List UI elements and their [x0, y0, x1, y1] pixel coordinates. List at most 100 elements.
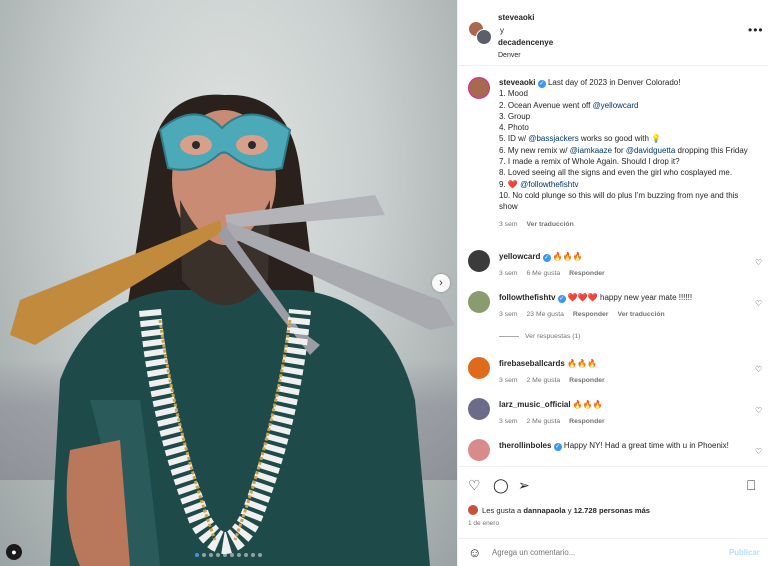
reply-button[interactable]: Responder — [573, 311, 609, 318]
heart-icon[interactable]: ♡ — [468, 477, 481, 494]
comments-scroll-area[interactable]: steveaoki ✓ Last day of 2023 in Denver C… — [458, 67, 768, 465]
share-icon[interactable]: ➢ — [518, 477, 530, 494]
author-conjunction: y — [500, 25, 504, 35]
comment-time: 3 sem — [499, 377, 518, 385]
avatar[interactable] — [468, 250, 490, 272]
carousel-dot — [195, 553, 199, 557]
verified-badge-icon: ✓ — [537, 80, 546, 88]
comment-username[interactable]: yellowcard — [499, 252, 540, 261]
caption-line: 5. ID w/ — [499, 134, 529, 144]
view-replies-button[interactable]: Ver respuestas (1) — [499, 333, 581, 340]
verified-badge-icon: ✓ — [542, 254, 551, 262]
comment-body: larz_music_official 🔥🔥🔥 3 sem 2 Me gusta R… — [499, 399, 754, 428]
carousel-dot — [230, 553, 234, 557]
comment-username[interactable]: firebaseballcards — [499, 359, 565, 368]
comment-time: 3 sem — [499, 311, 518, 319]
caption-line: 8. Loved seeing all the signs and even t… — [499, 168, 733, 178]
comment-icon[interactable]: ◯ — [493, 477, 509, 494]
likes-summary[interactable]: Les gusta a dannapaola y 12.728 personas… — [468, 505, 650, 515]
comment-likes[interactable]: 2 Me gusta — [527, 377, 561, 384]
caption-time: 3 sem — [499, 220, 518, 228]
verified-badge-icon: ✓ — [557, 295, 566, 303]
caption-line: for — [612, 145, 626, 155]
verified-badge-icon: ✓ — [553, 443, 562, 451]
likes-suffix: y — [565, 506, 574, 515]
post-authors: steveaoki y decadencenye Denver — [498, 12, 553, 62]
mention-link[interactable]: @iamkaaze — [570, 146, 612, 155]
comment-likes[interactable]: 2 Me gusta — [527, 418, 561, 425]
comment-like-icon[interactable]: ♡ — [755, 447, 762, 456]
post-header: steveaoki y decadencenye Denver ••• — [458, 0, 768, 66]
mention-link[interactable]: @followthefishtv — [520, 180, 578, 189]
comment-composer: ☺ Publicar — [458, 538, 768, 566]
post-date: 1 de enero — [468, 520, 500, 527]
comment-body: therollinboles ✓ Happy NY! Had a great t… — [499, 440, 754, 451]
caption-line: 4. Photo — [499, 123, 529, 133]
emoji-icon[interactable]: ☺ — [468, 545, 481, 560]
comment-like-icon[interactable]: ♡ — [755, 258, 762, 267]
post-photo[interactable]: › ● — [0, 0, 457, 566]
carousel-dot — [223, 553, 227, 557]
likes-user[interactable]: dannapaola — [523, 506, 565, 515]
comment-time: 3 sem — [499, 418, 518, 426]
comment-text: 🔥🔥🔥 — [552, 252, 583, 261]
carousel-dots — [0, 553, 457, 557]
more-options-icon[interactable]: ••• — [748, 23, 764, 37]
avatar — [468, 505, 478, 515]
comment-username[interactable]: therollinboles — [499, 441, 551, 450]
comment-input[interactable] — [492, 548, 722, 557]
comment-likes[interactable]: 23 Me gusta — [527, 311, 564, 318]
carousel-next-button[interactable]: › — [432, 274, 450, 292]
carousel-dot — [251, 553, 255, 557]
comment-body: yellowcard ✓ 🔥🔥🔥 3 sem 6 Me gusta Responde… — [499, 251, 754, 280]
bookmark-icon[interactable]: ⎕ — [747, 477, 755, 494]
caption-line: 7. I made a remix of Whole Again. Should… — [499, 157, 680, 167]
caption-username[interactable]: steveaoki — [499, 78, 535, 87]
carousel-dot — [209, 553, 213, 557]
comment-likes[interactable]: 6 Me gusta — [527, 270, 561, 277]
comment-body: firebaseballcards 🔥🔥🔥 3 sem 2 Me gusta Res… — [499, 358, 754, 387]
comment-username[interactable]: followthefishtv — [499, 293, 555, 302]
comment-like-icon[interactable]: ♡ — [755, 299, 762, 308]
mention-link[interactable]: @yellowcard — [593, 101, 639, 110]
translate-link[interactable]: Ver traducción — [617, 311, 664, 318]
carousel-dot — [202, 553, 206, 557]
avatar[interactable] — [476, 29, 492, 45]
post-actions: ♡ ◯ ➢ ⎕ Les gusta a dannapaola y 12.728 … — [458, 466, 768, 538]
comment-text: Happy NY! Had a great time with u in Pho… — [563, 441, 729, 450]
comment-like-icon[interactable]: ♡ — [755, 365, 762, 374]
photo-illustration — [10, 94, 455, 566]
avatar[interactable] — [468, 77, 490, 99]
carousel-dot — [258, 553, 262, 557]
caption-line: 9. — [499, 179, 508, 189]
post-comment-button[interactable]: Publicar — [729, 548, 760, 557]
caption-line: 3. Group — [499, 111, 531, 121]
comment-text: 🔥🔥🔥 — [572, 400, 603, 409]
caption-line: 2. Ocean Avenue went off — [499, 100, 593, 110]
carousel-dot — [237, 553, 241, 557]
likes-prefix: Les gusta a — [482, 506, 524, 515]
likes-count[interactable]: 12.728 personas más — [574, 506, 650, 515]
avatar[interactable] — [468, 291, 490, 313]
caption-line: 10. No cold plunge so this will do plus … — [499, 190, 739, 212]
avatar[interactable] — [468, 357, 490, 379]
avatar[interactable] — [468, 398, 490, 420]
translate-link[interactable]: Ver traducción — [527, 221, 574, 228]
caption-line: 6. My new remix w/ — [499, 145, 570, 155]
comment-username[interactable]: larz_music_official — [499, 400, 571, 409]
reply-button[interactable]: Responder — [569, 418, 605, 425]
comment-like-icon[interactable]: ♡ — [755, 406, 762, 415]
comment-body: followthefishtv ✓ ❤️❤️❤️ happy new year … — [499, 292, 754, 321]
post-side-panel: steveaoki y decadencenye Denver ••• stev… — [457, 0, 768, 566]
mention-link[interactable]: @bassjackers — [528, 134, 578, 143]
reply-button[interactable]: Responder — [569, 270, 605, 277]
collab-avatars[interactable] — [468, 21, 494, 45]
author-username[interactable]: steveaoki — [498, 13, 534, 22]
avatar[interactable] — [468, 439, 490, 461]
comment-text: 🔥🔥🔥 — [567, 359, 597, 368]
author-username[interactable]: decadencenye — [498, 38, 553, 47]
tagged-users-icon[interactable]: ● — [6, 544, 22, 560]
mention-link[interactable]: @davidguetta — [626, 146, 676, 155]
post-location[interactable]: Denver — [498, 50, 553, 63]
reply-button[interactable]: Responder — [569, 377, 605, 384]
